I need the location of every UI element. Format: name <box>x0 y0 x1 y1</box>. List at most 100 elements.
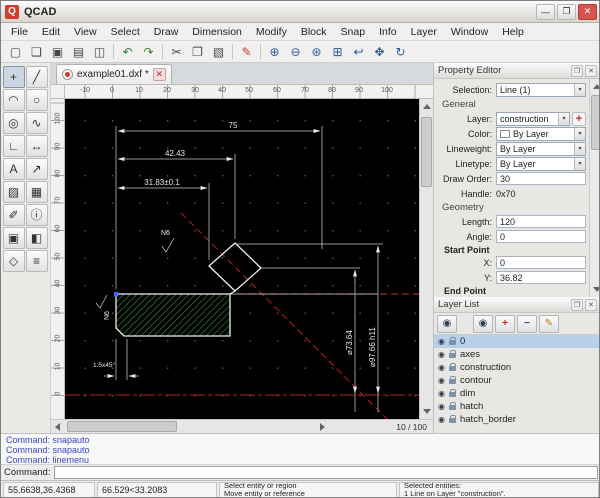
lock-icon[interactable] <box>449 405 456 410</box>
eye-icon[interactable]: ◉ <box>438 364 445 372</box>
ellipse-tool[interactable]: ◎ <box>3 112 25 134</box>
layer-row[interactable]: ◉ dim <box>434 387 600 400</box>
length-field[interactable]: 120 <box>496 215 586 228</box>
dim-text-4243[interactable]: 42.43 <box>165 149 186 158</box>
layer-row[interactable]: ◉ 0 <box>434 335 600 348</box>
dim-text-75[interactable]: 75 <box>229 121 238 130</box>
eye-icon[interactable]: ◉ <box>438 390 445 398</box>
menu-help[interactable]: Help <box>495 24 531 40</box>
zoom-out-icon[interactable]: ⊖ <box>285 42 306 61</box>
line-tool[interactable]: ╱ <box>26 66 48 88</box>
hatch-tool[interactable]: ▨ <box>3 181 25 203</box>
menu-view[interactable]: View <box>67 24 104 40</box>
color-combobox[interactable]: By Layer ▾ <box>496 127 586 141</box>
cut-icon[interactable]: ✂ <box>166 42 187 61</box>
copy-icon[interactable]: ❐ <box>187 42 208 61</box>
scroll-down-icon[interactable] <box>593 287 600 292</box>
pan-icon[interactable]: ✥ <box>369 42 390 61</box>
float-panel-icon[interactable]: ❐ <box>571 65 583 77</box>
title-bar[interactable]: Q QCAD — ❐ ✕ <box>1 1 600 23</box>
horizontal-scrollbar[interactable]: 10 / 100 <box>51 419 433 433</box>
misc-tool[interactable]: ≡ <box>26 250 48 272</box>
minimize-button[interactable]: — <box>536 4 555 20</box>
print-preview-icon[interactable]: ◫ <box>89 42 110 61</box>
lock-icon[interactable] <box>449 418 456 423</box>
arc-tool[interactable]: ◠ <box>3 89 25 111</box>
property-editor-titlebar[interactable]: Property Editor ❐ ✕ <box>434 63 600 79</box>
redo-icon[interactable]: ↷ <box>138 42 159 61</box>
edit-layer-icon[interactable]: ✎ <box>539 315 559 333</box>
new-file-icon[interactable]: ▢ <box>5 42 26 61</box>
lock-icon[interactable] <box>449 340 456 345</box>
surface-label-top[interactable]: N6 <box>161 230 170 237</box>
close-panel-icon[interactable]: ✕ <box>585 299 597 311</box>
menu-snap[interactable]: Snap <box>334 24 373 40</box>
point-tool[interactable]: + <box>3 66 25 88</box>
eye-icon[interactable]: ◉ <box>438 403 445 411</box>
dim-text-3183[interactable]: 31.83±0.1 <box>144 178 180 187</box>
zoom-previous-icon[interactable]: ↩ <box>348 42 369 61</box>
zoom-auto-icon[interactable]: ⊛ <box>306 42 327 61</box>
scroll-up-icon[interactable] <box>593 84 600 89</box>
surface-label-left[interactable]: N6 <box>104 311 111 320</box>
spline-tool[interactable]: ∿ <box>26 112 48 134</box>
eye-icon[interactable]: ◉ <box>438 351 445 359</box>
polyline-tool[interactable]: ∟ <box>3 135 25 157</box>
save-file-icon[interactable]: ▣ <box>47 42 68 61</box>
command-history[interactable]: Command: snapauto Command: snapauto Comm… <box>1 433 600 464</box>
horizontal-scroll-track[interactable] <box>65 420 315 434</box>
eye-icon[interactable]: ◉ <box>438 416 445 424</box>
add-layer-icon[interactable]: + <box>572 112 586 126</box>
menu-draw[interactable]: Draw <box>147 24 186 40</box>
tab-close-icon[interactable]: ✕ <box>153 68 166 81</box>
drawing-viewport[interactable]: 75 42.43 31.83±0.1 N6 N6 1.5x45° ⌀73.64 … <box>65 99 419 419</box>
menu-block[interactable]: Block <box>294 24 334 40</box>
scroll-left-button[interactable] <box>51 420 65 434</box>
eye-icon[interactable]: ◉ <box>438 377 445 385</box>
command-input[interactable] <box>54 466 598 479</box>
dia-inner-text[interactable]: ⌀73.64 <box>345 330 354 355</box>
add-layer-icon[interactable]: + <box>495 315 515 333</box>
draw-pen-icon[interactable]: ✎ <box>236 42 257 61</box>
layer-combobox[interactable]: construction ▾ <box>496 112 570 126</box>
close-panel-icon[interactable]: ✕ <box>585 65 597 77</box>
menu-dimension[interactable]: Dimension <box>185 24 249 40</box>
menu-modify[interactable]: Modify <box>249 24 294 40</box>
layer-row[interactable]: ◉ construction <box>434 361 600 374</box>
menu-window[interactable]: Window <box>444 24 495 40</box>
dimension-tool[interactable]: ↔ <box>26 135 48 157</box>
lock-icon[interactable] <box>449 366 456 371</box>
zoom-in-icon[interactable]: ⊕ <box>264 42 285 61</box>
lock-icon[interactable] <box>449 392 456 397</box>
start-x-field[interactable]: 0 <box>496 256 586 269</box>
drawing-canvas[interactable]: 75 42.43 31.83±0.1 N6 N6 1.5x45° ⌀73.64 … <box>65 99 419 419</box>
chamfer-text[interactable]: 1.5x45° <box>93 361 116 369</box>
lineweight-combobox[interactable]: By Layer ▾ <box>496 142 586 156</box>
vertical-scroll-thumb[interactable] <box>421 117 432 187</box>
angle-field[interactable]: 0 <box>496 230 586 243</box>
layer-row[interactable]: ◉ axes <box>434 348 600 361</box>
modify-tool[interactable]: ✐ <box>3 204 25 226</box>
layer-row[interactable]: ◉ hatch_border <box>434 413 600 426</box>
undo-icon[interactable]: ↶ <box>117 42 138 61</box>
dia-outer-text[interactable]: ⌀97.66 h11 <box>368 327 377 367</box>
menu-info[interactable]: Info <box>372 24 404 40</box>
grip-point[interactable] <box>114 292 119 297</box>
print-icon[interactable]: ▤ <box>68 42 89 61</box>
menu-layer[interactable]: Layer <box>404 24 444 40</box>
lock-icon[interactable] <box>449 379 456 384</box>
toggle-all-layers-visibility-icon[interactable]: ◉ <box>437 315 457 333</box>
maximize-button[interactable]: ❐ <box>557 4 576 20</box>
menu-file[interactable]: File <box>4 24 35 40</box>
toggle-layer-visibility-icon[interactable]: ◉ <box>473 315 493 333</box>
close-button[interactable]: ✕ <box>578 4 597 20</box>
selection-combobox[interactable]: Line (1) ▾ <box>496 83 586 97</box>
remove-layer-icon[interactable]: − <box>517 315 537 333</box>
property-editor-scrollbar[interactable] <box>589 79 600 297</box>
snap-tool[interactable]: ◇ <box>3 250 25 272</box>
menu-select[interactable]: Select <box>104 24 147 40</box>
vertical-scrollbar[interactable] <box>419 99 433 419</box>
open-file-icon[interactable]: ❏ <box>26 42 47 61</box>
circle-tool[interactable]: ○ <box>26 89 48 111</box>
layer-row[interactable]: ◉ contour <box>434 374 600 387</box>
